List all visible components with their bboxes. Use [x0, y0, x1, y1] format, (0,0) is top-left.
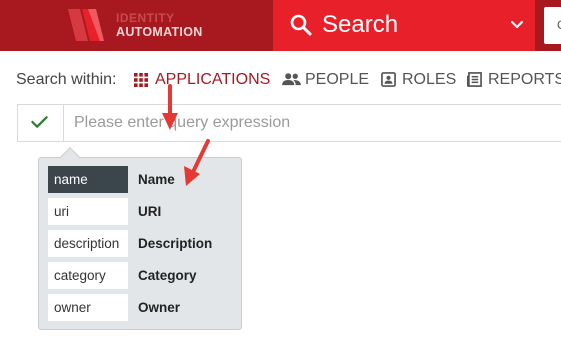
autocomplete-item-label: Description [138, 236, 213, 251]
scope-option-label: ROLES [402, 71, 457, 88]
report-icon [467, 72, 482, 87]
autocomplete-item-key: name [48, 166, 128, 193]
header-search-input[interactable]: C [544, 7, 561, 44]
logo-mark-icon [68, 9, 104, 41]
chevron-down-icon [510, 20, 524, 29]
header-input-partial-text: C [557, 18, 561, 32]
scope-option-people[interactable]: PEOPLE [282, 70, 369, 90]
badge-icon [381, 72, 396, 87]
check-icon [31, 116, 48, 128]
popup-pointer-arrow [60, 147, 80, 167]
autocomplete-item-label: Owner [138, 300, 181, 315]
identity-automation-logo[interactable]: IDENTITY AUTOMATION [66, 5, 214, 45]
search-within-label: Search within: [16, 71, 117, 88]
autocomplete-item-name[interactable]: name Name [48, 166, 238, 193]
autocomplete-item-label: Category [138, 268, 197, 283]
autocomplete-item-category[interactable]: category Category [48, 262, 238, 289]
scope-option-label: REPORTS [488, 71, 561, 88]
scope-option-label: APPLICATIONS [155, 71, 271, 88]
logo-text-line1: IDENTITY [116, 11, 175, 25]
autocomplete-item-owner[interactable]: owner Owner [48, 294, 238, 321]
people-icon [282, 73, 301, 86]
query-expression-bar [17, 104, 561, 142]
autocomplete-item-key: uri [48, 198, 128, 225]
scope-option-roles[interactable]: ROLES [381, 70, 456, 90]
search-icon [290, 14, 312, 36]
autocomplete-item-uri[interactable]: uri URI [48, 198, 238, 225]
query-expression-input[interactable] [74, 105, 561, 141]
autocomplete-item-key: description [48, 230, 128, 257]
scope-option-label: PEOPLE [305, 71, 370, 88]
autocomplete-item-key: owner [48, 294, 128, 321]
autocomplete-item-label: Name [138, 172, 175, 187]
autocomplete-item-label: URI [138, 204, 162, 219]
app-root: IDENTITY AUTOMATION Search C Search with… [0, 0, 561, 343]
search-mode-dropdown[interactable]: Search [273, 0, 535, 51]
logo-text-line2: AUTOMATION [116, 25, 203, 39]
field-autocomplete-popup: name Name uri URI description Descriptio… [38, 147, 242, 330]
autocomplete-item-key: category [48, 262, 128, 289]
search-mode-label: Search [322, 11, 399, 38]
top-header: IDENTITY AUTOMATION Search C [0, 0, 561, 51]
grid-icon [134, 73, 148, 87]
scope-option-reports[interactable]: REPORTS [467, 70, 561, 90]
autocomplete-item-description[interactable]: description Description [48, 230, 238, 257]
validate-query-button[interactable] [18, 105, 64, 141]
scope-option-applications[interactable]: APPLICATIONS [134, 70, 270, 90]
